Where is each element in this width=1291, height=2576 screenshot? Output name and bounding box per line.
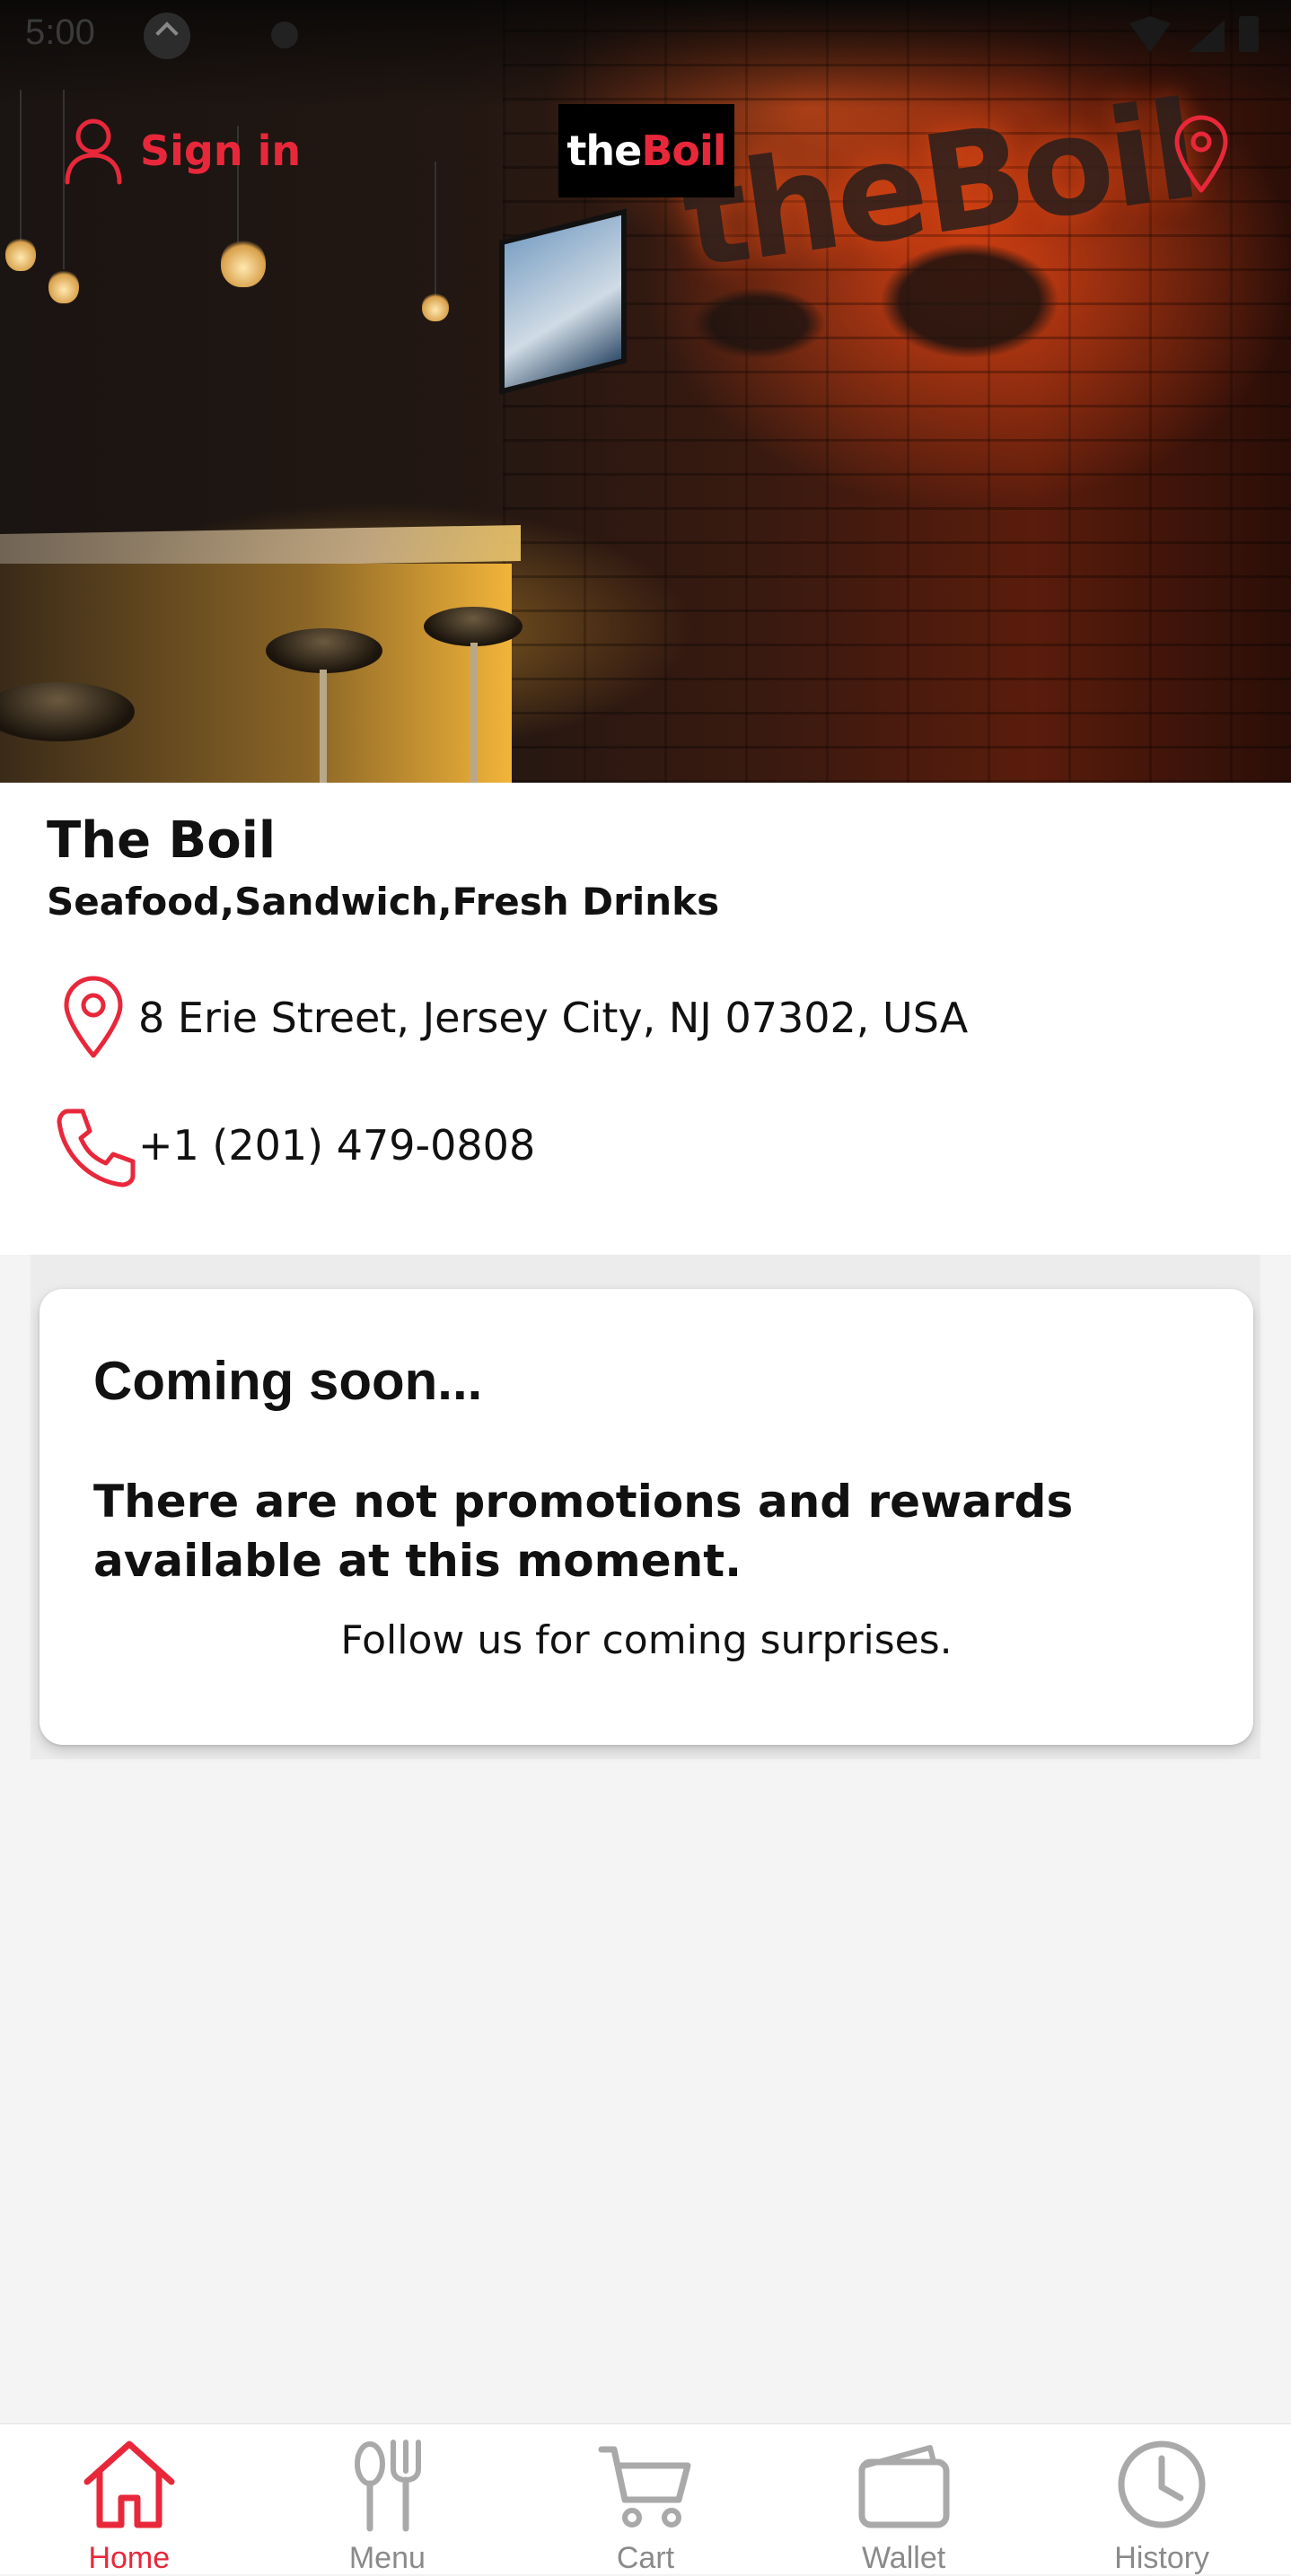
status-time: 5:00 [25,13,95,52]
hero-lamp [221,239,266,287]
bottom-navigation: Home Menu Cart Wallet History [0,2423,1291,2575]
hero-stool-leg [470,643,478,783]
signal-icon [1189,20,1225,52]
cart-icon [596,2435,695,2534]
phone-row[interactable]: +1 (201) 479-0808 [52,1102,535,1188]
promo-follow-text: Follow us for coming surprises. [340,1617,953,1663]
nav-label-home: Home [88,2541,171,2575]
nav-label-menu: Menu [348,2541,426,2575]
location-pin-icon[interactable] [1172,113,1230,194]
user-icon [63,117,124,185]
address-row[interactable]: 8 Erie Street, Jersey City, NJ 07302, US… [52,975,968,1061]
history-clock-icon [1112,2435,1211,2534]
nav-item-wallet[interactable]: Wallet [775,2424,1033,2575]
restaurant-phone: +1 (201) 479-0808 [138,1121,536,1170]
map-pin-icon [52,975,138,1061]
phone-icon [52,1102,138,1188]
nav-item-menu[interactable]: Menu [259,2424,517,2575]
nav-label-history: History [1114,2541,1210,2575]
hero-stool [424,607,523,646]
hero-stool [266,628,382,673]
hero-bar-counter-front [0,564,512,783]
notification-dot-icon [271,22,298,48]
promo-title: Coming soon... [93,1351,483,1411]
hero-stool-leg [320,670,327,783]
hero-lamp-cord [435,162,436,296]
logo-text-the: the [566,127,642,175]
battery-icon [1239,16,1259,52]
brand-logo: the Boil [558,104,734,197]
status-indicators [1129,16,1273,56]
promo-message: There are not promotions and rewards ava… [93,1476,1074,1587]
restaurant-address: 8 Erie Street, Jersey City, NJ 07302, US… [138,994,969,1042]
logo-text-boil: Boil [641,127,726,175]
nav-item-home[interactable]: Home [0,2424,259,2575]
nav-item-cart[interactable]: Cart [516,2424,775,2575]
restaurant-info-panel: The Boil Seafood,Sandwich,Fresh Drinks 8… [0,783,1291,1255]
hero-lamp-cord [20,90,22,242]
restaurant-name: The Boil [47,811,277,870]
hero-lamp [5,237,36,271]
wallet-icon [855,2435,953,2534]
sign-in-button[interactable]: Sign in [63,115,301,187]
nav-label-cart: Cart [616,2541,675,2575]
nav-label-wallet: Wallet [861,2541,946,2575]
hero-lamp [48,269,79,303]
app-notification-icon [144,13,190,59]
home-icon [80,2435,179,2534]
restaurant-categories: Seafood,Sandwich,Fresh Drinks [47,880,720,924]
status-bar: 5:00 [0,0,1291,72]
promo-card: Coming soon... There are not promotions … [40,1289,1253,1745]
wifi-icon [1129,16,1171,52]
nav-item-history[interactable]: History [1032,2424,1291,2575]
sign-in-label: Sign in [140,127,302,175]
hero-lamp [422,293,449,321]
hero-crab-silhouette [880,242,1059,359]
hero-tv [499,208,627,395]
fork-spoon-icon [338,2435,436,2534]
